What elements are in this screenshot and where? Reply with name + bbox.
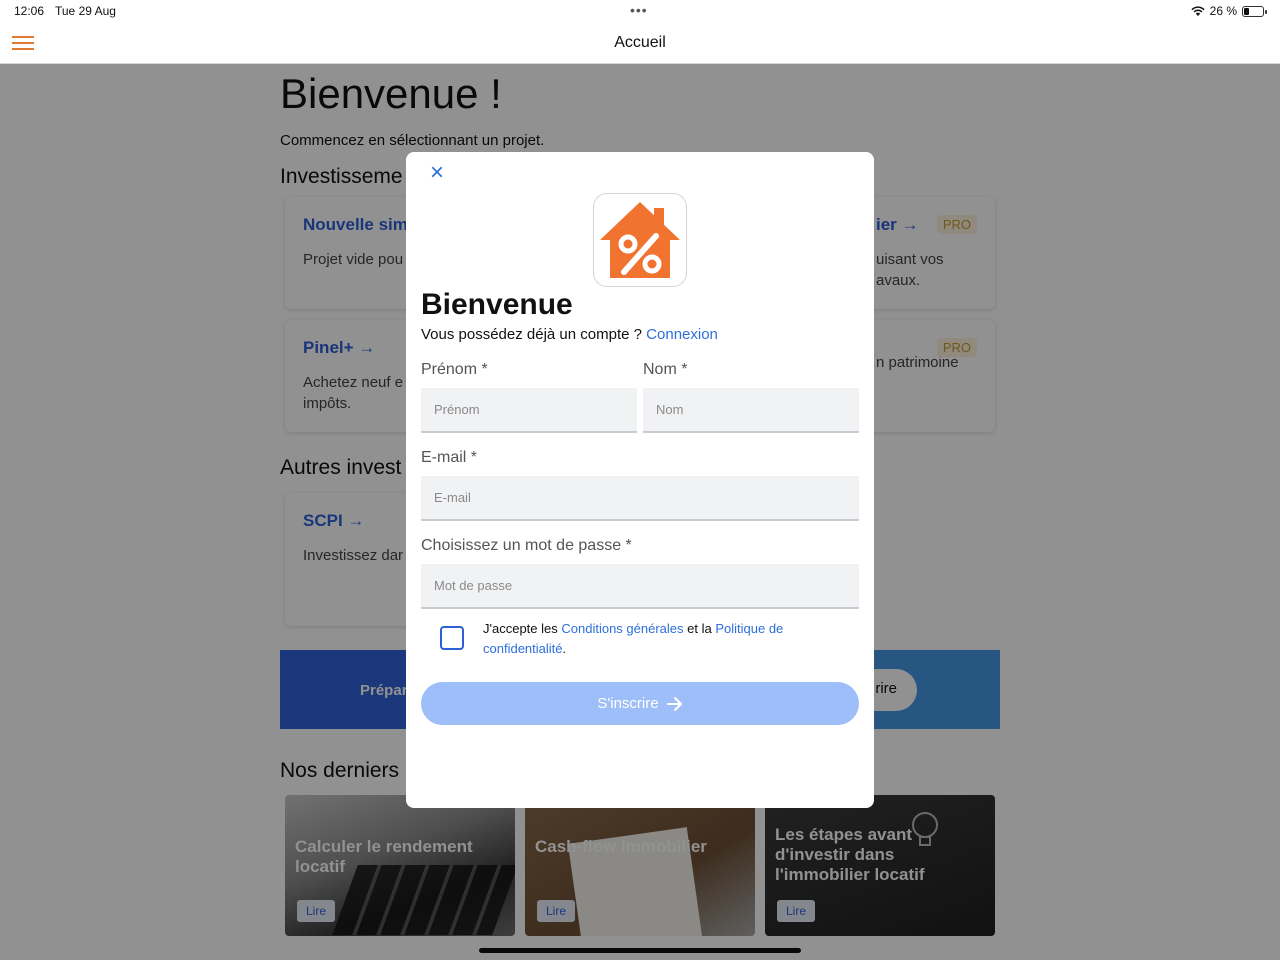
lastname-field[interactable] <box>643 388 859 433</box>
status-time: 12:06 <box>14 4 45 18</box>
password-label: Choisissez un mot de passe * <box>421 537 632 554</box>
login-link[interactable]: Connexion <box>646 326 718 343</box>
terms-middle: et la <box>687 621 712 636</box>
password-field[interactable] <box>421 564 859 609</box>
email-label: E-mail * <box>421 449 478 466</box>
terms-suffix: . <box>562 641 567 656</box>
lastname-label: Nom * <box>643 361 688 378</box>
battery-percent: 26 % <box>1209 4 1237 18</box>
status-bar: 12:06 Tue 29 Aug ••• 26 % <box>0 0 1280 24</box>
modal-title: Bienvenue <box>421 288 573 321</box>
signup-button-label: S'inscrire <box>597 695 659 712</box>
terms-checkbox[interactable] <box>440 626 464 650</box>
house-shape <box>600 202 680 278</box>
signup-modal: × Bienvenue Vous possédez déjà un compte… <box>406 152 874 808</box>
have-account-text: Vous possédez déjà un compte ? Connexion <box>421 326 718 343</box>
wifi-icon <box>1191 5 1205 16</box>
status-right: 26 % <box>1191 4 1267 18</box>
signup-button[interactable]: S'inscrire <box>421 682 859 725</box>
terms-conditions-link[interactable]: Conditions générales <box>561 621 683 636</box>
status-date: Tue 29 Aug <box>55 4 116 18</box>
firstname-field[interactable] <box>421 388 637 433</box>
battery-level <box>1244 7 1250 15</box>
battery-icon <box>1242 5 1267 17</box>
app-logo <box>593 193 687 287</box>
nav-bar: Accueil <box>0 24 1280 64</box>
multitasking-dots-icon[interactable]: ••• <box>630 2 648 18</box>
have-account-label: Vous possédez déjà un compte ? <box>421 326 642 343</box>
nav-title: Accueil <box>614 34 666 51</box>
house-percent-icon <box>600 202 680 278</box>
chimney-shape <box>654 208 664 226</box>
terms-prefix: J'accepte les <box>483 621 558 636</box>
close-icon[interactable]: × <box>426 161 448 185</box>
arrow-right-icon <box>666 696 682 711</box>
email-field[interactable] <box>421 476 859 521</box>
terms-text: J'accepte les Conditions générales et la… <box>483 619 843 659</box>
firstname-label: Prénom * <box>421 361 488 378</box>
